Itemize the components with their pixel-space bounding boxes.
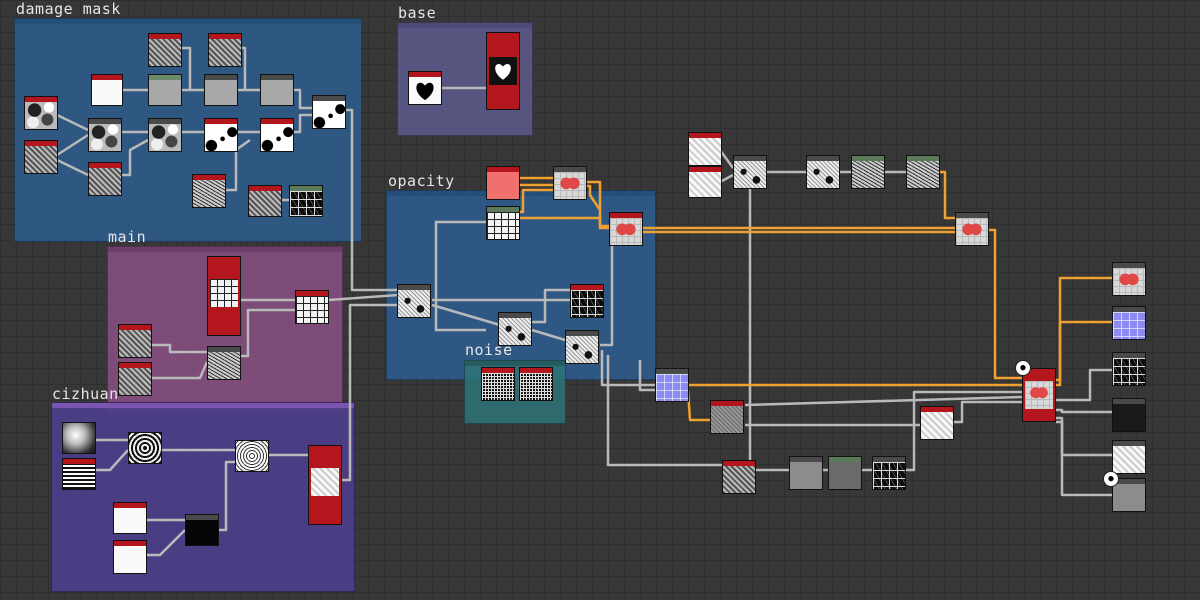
node-gray-a[interactable] — [204, 74, 238, 106]
node-r-blend-b[interactable] — [806, 155, 840, 189]
node-noise-c[interactable] — [148, 33, 182, 67]
node-cizhuan-material[interactable] — [308, 445, 342, 525]
node-salmon-color[interactable] — [486, 166, 520, 200]
node-r-gray-a[interactable] — [710, 400, 744, 434]
output-badge-icon[interactable]: ● — [1015, 360, 1031, 376]
frame-title-opacity: opacity — [388, 172, 455, 190]
node-main-material[interactable] — [207, 256, 241, 336]
node-r-blue[interactable] — [655, 368, 689, 402]
output-normal[interactable] — [1112, 306, 1146, 340]
node-opacity-mix-b[interactable] — [498, 312, 532, 346]
node-voronoi[interactable] — [24, 96, 58, 130]
node-levels-a[interactable] — [148, 74, 182, 106]
frame-title-base: base — [398, 4, 437, 22]
node-speckle[interactable] — [289, 185, 323, 217]
frame-title-damage-mask: damage mask — [16, 0, 121, 18]
node-blotch-a[interactable] — [204, 118, 238, 152]
node-blend-a[interactable] — [148, 118, 182, 152]
node-r-heart[interactable] — [955, 212, 989, 246]
output-metallic[interactable] — [1112, 398, 1146, 432]
node-main-noise-c[interactable] — [118, 362, 152, 396]
node-r-gray-c[interactable] — [828, 456, 862, 490]
frame-title-main: main — [108, 228, 147, 246]
node-radial-gradient[interactable] — [62, 422, 96, 454]
node-black-a[interactable] — [185, 514, 219, 546]
node-white-b[interactable] — [113, 540, 147, 574]
node-uniform-white[interactable] — [91, 74, 123, 106]
node-damage-output[interactable] — [312, 95, 346, 129]
frame-title-cizhuan: cizhuan — [52, 385, 119, 403]
node-heart-shape[interactable] — [408, 71, 442, 105]
node-opacity-mix[interactable] — [397, 284, 431, 318]
heart-icon — [416, 82, 434, 101]
node-white-a[interactable] — [113, 502, 147, 534]
node-noise-dark-b[interactable] — [519, 367, 553, 401]
output-badge-icon[interactable]: ● — [1103, 471, 1119, 487]
heart-icon — [495, 64, 511, 80]
node-noise-b[interactable] — [88, 162, 122, 196]
node-main-grid[interactable] — [295, 290, 329, 324]
node-r-noise-b[interactable] — [688, 166, 722, 198]
output-roughness[interactable] — [1112, 352, 1146, 386]
node-r-gray-b[interactable] — [789, 456, 823, 490]
node-clouds[interactable] — [192, 174, 226, 208]
node-heart-blend-b[interactable] — [609, 212, 643, 246]
output-basecolor[interactable] — [1112, 262, 1146, 296]
node-main-noise-a[interactable] — [118, 324, 152, 358]
node-r-levels-b[interactable] — [906, 155, 940, 189]
node-r-noise-c[interactable] — [722, 460, 756, 494]
node-noise-d[interactable] — [208, 33, 242, 67]
node-noise-a[interactable] — [24, 140, 58, 174]
node-noise-e[interactable] — [248, 185, 282, 217]
node-r-pattern-a[interactable] — [920, 406, 954, 440]
node-main-noise-b[interactable] — [207, 346, 241, 380]
node-tile-pattern[interactable] — [235, 440, 269, 472]
node-rings[interactable] — [128, 432, 162, 464]
node-final-material[interactable] — [1022, 368, 1056, 422]
output-height[interactable] — [1112, 440, 1146, 474]
node-r-levels-a[interactable] — [851, 155, 885, 189]
node-grid-opacity[interactable] — [486, 206, 520, 240]
node-grid-dark-a[interactable] — [570, 284, 604, 318]
node-r-noise-a[interactable] — [688, 132, 722, 166]
node-heart-blend-a[interactable] — [553, 166, 587, 200]
node-cells-mix[interactable] — [88, 118, 122, 152]
node-base-material[interactable] — [486, 32, 520, 110]
node-r-grid-dark[interactable] — [872, 456, 906, 490]
node-blotch-b[interactable] — [260, 118, 294, 152]
node-noise-dark-a[interactable] — [481, 367, 515, 401]
node-r-blend-a[interactable] — [733, 155, 767, 189]
node-gray-b[interactable] — [260, 74, 294, 106]
node-stripes[interactable] — [62, 458, 96, 490]
node-grid-mix-c[interactable] — [565, 330, 599, 364]
